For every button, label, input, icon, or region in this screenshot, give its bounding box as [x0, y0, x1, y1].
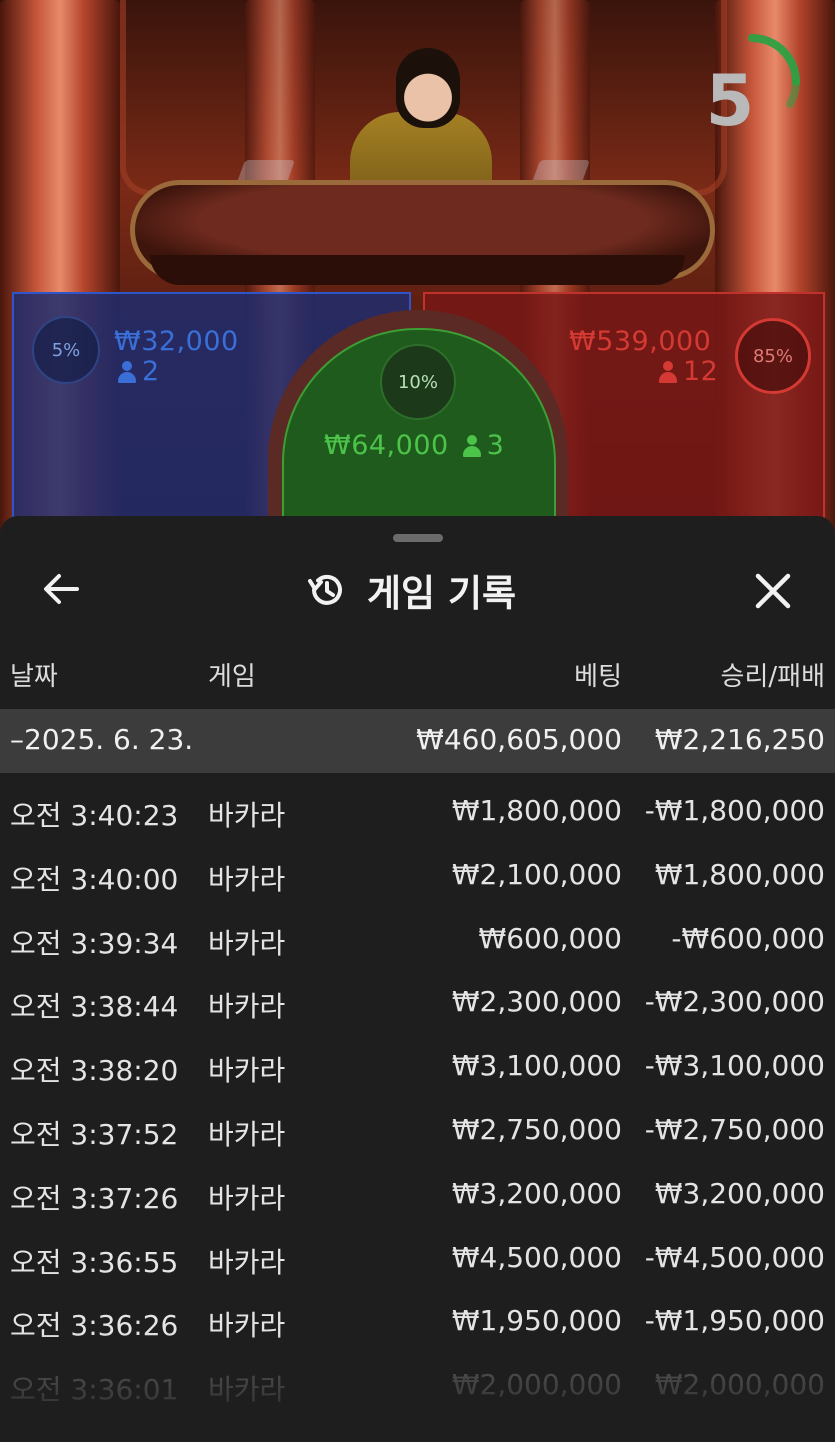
history-rows: 오전 3:40:23 바카라 ₩1,800,000 -₩1,800,000 오전…	[0, 778, 835, 1416]
countdown-number: 5	[705, 60, 755, 142]
column-bet: 베팅	[574, 662, 622, 692]
banker-percent: 85%	[752, 345, 793, 367]
row-win-loss: -₩2,300,000	[644, 985, 825, 1019]
player-amount: ₩32,000	[114, 326, 239, 357]
row-win-loss: -₩2,750,000	[644, 1112, 825, 1146]
tie-percent-ring: 10%	[380, 344, 456, 420]
back-button[interactable]	[36, 564, 86, 614]
table-base	[150, 255, 685, 285]
day-bet-total: ₩460,605,000	[416, 723, 622, 756]
row-game: 바카라	[208, 990, 286, 1024]
row-bet: ₩3,100,000	[451, 1049, 622, 1083]
row-bet: ₩1,950,000	[451, 1304, 622, 1338]
row-win-loss: -₩1,950,000	[644, 1304, 825, 1338]
table-row[interactable]: 오전 3:36:01 바카라 ₩2,000,000 ₩2,000,000	[0, 1352, 835, 1416]
row-bet: ₩2,300,000	[451, 985, 622, 1019]
panel-title: 게임 기록	[367, 572, 517, 615]
row-time: 오전 3:39:34	[10, 926, 179, 960]
column-win-loss: 승리/패배	[720, 662, 825, 692]
table-row[interactable]: 오전 3:36:26 바카라 ₩1,950,000 -₩1,950,000	[0, 1288, 835, 1352]
table-row[interactable]: 오전 3:39:34 바카라 ₩600,000 -₩600,000	[0, 906, 835, 970]
row-game: 바카라	[208, 1245, 286, 1279]
row-win-loss: -₩600,000	[671, 921, 825, 955]
table-row[interactable]: 오전 3:37:26 바카라 ₩3,200,000 ₩3,200,000	[0, 1161, 835, 1225]
player-percent: 5%	[51, 339, 81, 361]
person-icon	[118, 360, 136, 383]
tie-count-value: 3	[486, 430, 505, 461]
banker-count-value: 12	[683, 356, 719, 387]
row-game: 바카라	[208, 926, 286, 960]
row-win-loss: -₩1,800,000	[644, 794, 825, 827]
row-win-loss: -₩3,100,000	[644, 1049, 825, 1083]
row-time: 오전 3:36:01	[10, 1373, 179, 1407]
row-time: 오전 3:37:52	[10, 1117, 179, 1151]
row-time: 오전 3:40:23	[10, 799, 179, 832]
dealer-head	[396, 48, 460, 128]
day-summary-row[interactable]: –2025. 6. 23. ₩460,605,000 ₩2,216,250	[0, 709, 835, 773]
table-header: 날짜 게임 베팅 승리/패배	[0, 656, 835, 696]
day-label: –2025. 6. 23.	[10, 723, 194, 756]
row-bet: ₩3,200,000	[451, 1176, 622, 1210]
row-game: 바카라	[208, 1309, 286, 1343]
table-row[interactable]: 오전 3:38:44 바카라 ₩2,300,000 -₩2,300,000	[0, 969, 835, 1033]
panel-header: 게임 기록	[0, 556, 835, 616]
row-time: 오전 3:38:44	[10, 990, 179, 1024]
live-video-area: 5 5% ₩32,000 2 ₩539,000 12 85% 10% ₩64,0…	[0, 0, 835, 540]
row-bet: ₩4,500,000	[451, 1240, 622, 1274]
drag-handle[interactable]	[393, 534, 443, 542]
tie-amount: ₩64,000 3	[324, 430, 504, 461]
row-win-loss: ₩2,000,000	[654, 1368, 825, 1402]
row-game: 바카라	[208, 1054, 286, 1088]
person-icon	[659, 360, 677, 383]
player-percent-ring: 5%	[32, 316, 100, 384]
history-icon	[308, 574, 342, 605]
table-row[interactable]: 오전 3:40:23 바카라 ₩1,800,000 -₩1,800,000	[0, 778, 835, 842]
close-button[interactable]	[746, 564, 800, 618]
row-win-loss: -₩4,500,000	[644, 1240, 825, 1274]
arrow-left-icon	[44, 574, 79, 604]
column-date: 날짜	[10, 662, 58, 692]
row-time: 오전 3:38:20	[10, 1054, 179, 1088]
table-row[interactable]: 오전 3:36:55 바카라 ₩4,500,000 -₩4,500,000	[0, 1225, 835, 1289]
row-time: 오전 3:36:55	[10, 1245, 179, 1279]
row-time: 오전 3:40:00	[10, 862, 179, 896]
day-win-loss-total: ₩2,216,250	[654, 723, 825, 756]
row-win-loss: ₩3,200,000	[654, 1176, 825, 1210]
row-game: 바카라	[208, 1117, 286, 1151]
banker-amount-value: ₩539,000	[569, 326, 712, 357]
row-bet: ₩2,750,000	[451, 1112, 622, 1146]
player-count-value: 2	[142, 356, 160, 387]
row-win-loss: ₩1,800,000	[654, 857, 825, 891]
player-count: 2	[118, 356, 160, 387]
game-history-panel: 게임 기록 날짜 게임 베팅 승리/패배 –2025. 6. 23. ₩460,…	[0, 516, 835, 1442]
person-icon	[462, 434, 481, 457]
tie-percent: 10%	[397, 371, 438, 393]
player-amount-value: ₩32,000	[114, 326, 239, 357]
column-game: 게임	[208, 662, 256, 692]
table-row[interactable]: 오전 3:38:20 바카라 ₩3,100,000 -₩3,100,000	[0, 1033, 835, 1097]
row-bet: ₩2,000,000	[451, 1368, 622, 1402]
banker-amount: ₩539,000	[569, 326, 711, 357]
tie-amount-value: ₩64,000	[324, 430, 449, 461]
row-bet: ₩600,000	[478, 921, 622, 955]
banker-percent-ring: 85%	[735, 318, 811, 394]
banker-count: 12	[659, 356, 718, 387]
row-game: 바카라	[208, 862, 286, 896]
row-bet: ₩2,100,000	[451, 857, 622, 891]
row-game: 바카라	[208, 1181, 286, 1215]
row-game: 바카라	[208, 1373, 286, 1407]
panel-title-group: 게임 기록	[305, 564, 516, 616]
table-row[interactable]: 오전 3:37:52 바카라 ₩2,750,000 -₩2,750,000	[0, 1097, 835, 1161]
row-bet: ₩1,800,000	[451, 794, 622, 827]
row-game: 바카라	[208, 799, 286, 832]
row-time: 오전 3:36:26	[10, 1309, 179, 1343]
table-row[interactable]: 오전 3:40:00 바카라 ₩2,100,000 ₩1,800,000	[0, 842, 835, 906]
close-icon	[755, 573, 791, 609]
row-time: 오전 3:37:26	[10, 1181, 179, 1215]
